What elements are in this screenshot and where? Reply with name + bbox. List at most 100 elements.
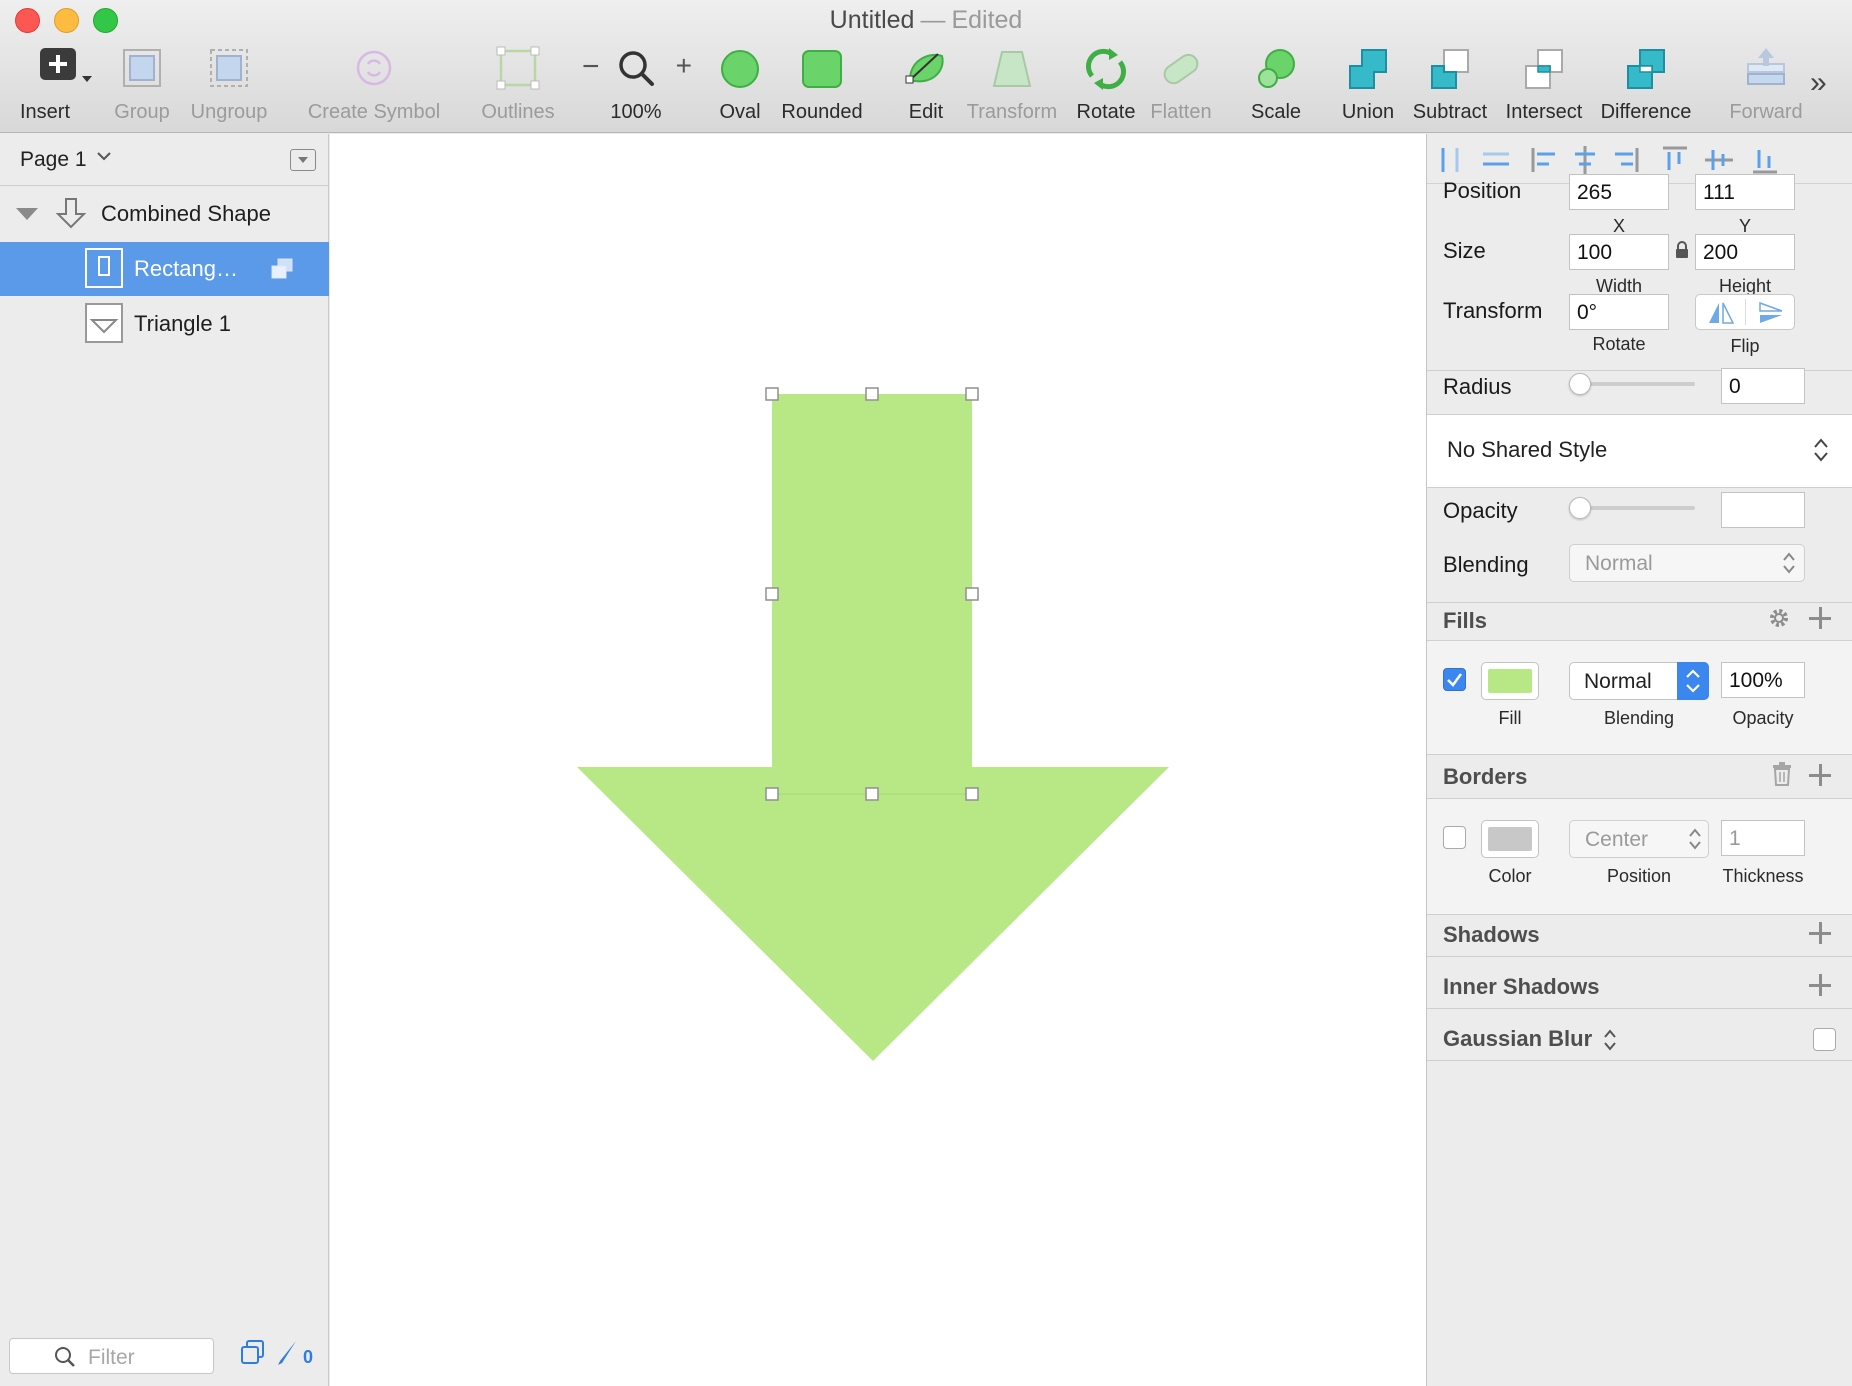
document-title: Untitled (829, 6, 915, 34)
rounded-rectangle-icon (798, 46, 846, 94)
trash-icon[interactable] (1771, 762, 1793, 791)
outlines-button[interactable]: Outlines (481, 46, 555, 124)
transform-label: Transform (1443, 298, 1543, 323)
opacity-field[interactable] (1721, 492, 1805, 528)
border-enabled-checkbox[interactable] (1443, 826, 1466, 849)
inner-shadows-header: Inner Shadows (1443, 974, 1600, 999)
shared-style-select[interactable]: No Shared Style (1427, 415, 1852, 487)
intersect-button[interactable]: Intersect (1506, 46, 1582, 124)
fill-enabled-checkbox[interactable] (1443, 668, 1466, 691)
width-field[interactable]: 100 (1569, 234, 1669, 270)
opacity-label: Opacity (1443, 498, 1518, 523)
radius-field[interactable]: 0 (1721, 368, 1805, 404)
toolbar-overflow-button[interactable]: » (1810, 66, 1827, 100)
page-selector[interactable]: Page 1 (0, 134, 328, 186)
border-thickness-label: Thickness (1722, 866, 1804, 886)
opacity-slider-knob[interactable] (1569, 497, 1591, 519)
rounded-label: Rounded (781, 101, 863, 123)
flip-label: Flip (1730, 336, 1760, 356)
blending-value: Normal (1585, 552, 1653, 575)
pages-toggle-button[interactable] (290, 149, 316, 171)
resize-handle[interactable] (865, 787, 879, 801)
shadows-header: Shadows (1443, 922, 1540, 947)
blur-header[interactable]: Gaussian Blur (1443, 1026, 1592, 1052)
distribute-horizontal-icon (1441, 148, 1459, 172)
insert-button[interactable]: Insert (14, 46, 92, 124)
add-shadow-icon[interactable] (1809, 922, 1831, 944)
gear-icon[interactable] (1767, 606, 1791, 635)
borders-header: Borders (1443, 764, 1528, 789)
resize-handle[interactable] (965, 787, 979, 801)
oval-button[interactable]: Oval (714, 46, 766, 124)
blur-enabled-checkbox[interactable] (1813, 1028, 1836, 1051)
symbols-filter-icon[interactable] (240, 1339, 266, 1370)
subtract-button[interactable]: Subtract (1413, 46, 1487, 124)
resize-handle[interactable] (765, 787, 779, 801)
combined-shape[interactable] (577, 394, 1169, 1061)
scale-button[interactable]: Scale (1250, 46, 1302, 124)
group-button[interactable]: Group (114, 46, 170, 124)
radius-label: Radius (1443, 374, 1512, 399)
fill-label: Fill (1498, 708, 1522, 728)
add-fill-icon[interactable] (1809, 607, 1831, 629)
layer-triangle[interactable]: Triangle 1 (0, 297, 329, 351)
border-position-select[interactable]: Center (1569, 820, 1709, 858)
zoom-out-button[interactable]: − (582, 50, 600, 84)
slices-filter-icon[interactable] (274, 1339, 300, 1372)
layers-sidebar: Page 1 Combined Shape Rectang… Triangle … (0, 134, 329, 1386)
position-x-field[interactable]: 265 (1569, 174, 1669, 210)
transform-button[interactable]: Transform (966, 46, 1058, 124)
blur-type-arrows-icon[interactable] (1603, 1028, 1617, 1057)
ungroup-icon (205, 46, 253, 94)
transform-icon (988, 46, 1036, 94)
layer-name: Rectang… (134, 256, 238, 281)
boolean-operation-icon[interactable] (270, 258, 294, 285)
radius-slider-knob[interactable] (1569, 373, 1591, 395)
ungroup-button[interactable]: Ungroup (191, 46, 267, 124)
border-thickness-field[interactable]: 1 (1721, 820, 1805, 856)
forward-button[interactable]: Forward (1729, 46, 1803, 124)
resize-handle[interactable] (965, 587, 979, 601)
position-label: Position (1443, 178, 1522, 203)
flip-vertical-icon[interactable] (1756, 301, 1786, 330)
blending-select[interactable]: Normal (1569, 544, 1805, 582)
layer-name: Triangle 1 (134, 311, 232, 336)
rotate-button[interactable]: Rotate (1077, 46, 1135, 124)
position-y-field[interactable]: 111 (1695, 174, 1795, 210)
disclosure-triangle-icon[interactable] (15, 207, 39, 226)
align-top-icon (1663, 146, 1687, 170)
height-field[interactable]: 200 (1695, 234, 1795, 270)
resize-handle[interactable] (765, 387, 779, 401)
flatten-button[interactable]: Flatten (1150, 46, 1212, 124)
layer-filter-input[interactable]: Filter (9, 1338, 214, 1374)
triangle-layer-icon (85, 303, 123, 348)
fill-opacity-field[interactable]: 100% (1721, 662, 1805, 698)
create-symbol-button[interactable]: Create Symbol (308, 46, 440, 124)
resize-handle[interactable] (965, 387, 979, 401)
select-stepper-icon (1677, 662, 1709, 700)
union-icon (1344, 46, 1392, 94)
union-button[interactable]: Union (1340, 46, 1396, 124)
magnifier-icon[interactable] (612, 46, 660, 94)
layer-combined-shape[interactable]: Combined Shape (0, 187, 329, 241)
artboard-drawing (577, 387, 1169, 1061)
flip-control (1695, 294, 1795, 330)
fill-color-well[interactable] (1481, 662, 1539, 700)
symbol-icon (350, 46, 398, 94)
lock-icon[interactable] (1675, 240, 1689, 265)
border-color-well[interactable] (1481, 820, 1539, 858)
triangle-shape[interactable] (577, 767, 1169, 1061)
resize-handle[interactable] (765, 587, 779, 601)
rectangle-shape[interactable] (772, 394, 972, 794)
fill-blending-select[interactable]: Normal (1569, 662, 1709, 700)
flip-horizontal-icon[interactable] (1706, 301, 1736, 330)
resize-handle[interactable] (865, 387, 879, 401)
rounded-button[interactable]: Rounded (781, 46, 863, 124)
zoom-in-button[interactable]: + (676, 50, 692, 82)
canvas[interactable] (330, 134, 1426, 1386)
layer-rectangle[interactable]: Rectang… (0, 242, 329, 296)
difference-button[interactable]: Difference (1601, 46, 1691, 124)
add-inner-shadow-icon[interactable] (1809, 974, 1831, 996)
add-border-icon[interactable] (1809, 764, 1831, 786)
rotate-field[interactable]: 0° (1569, 294, 1669, 330)
